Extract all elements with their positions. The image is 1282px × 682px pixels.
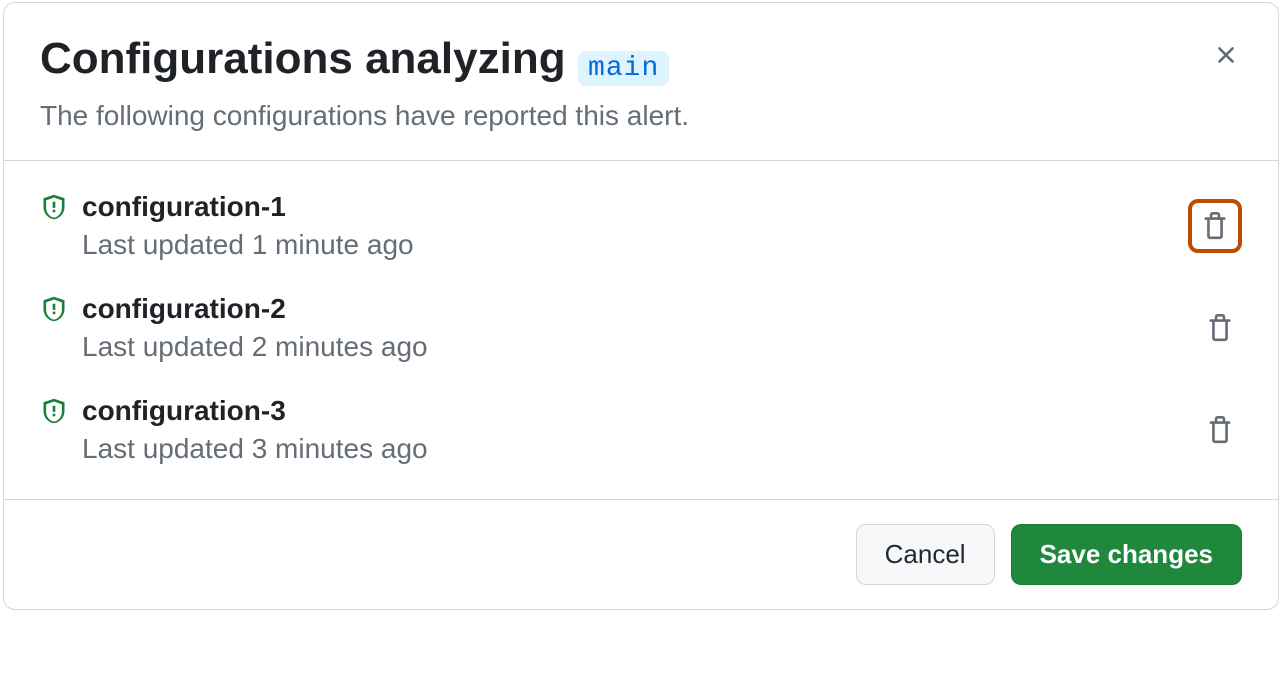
dialog-subtitle: The following configurations have report… [40,100,1242,132]
config-meta: Last updated 2 minutes ago [82,331,1184,363]
shield-alert-icon [40,295,68,323]
config-item: configuration-1 Last updated 1 minute ago [40,175,1242,277]
dialog-footer: Cancel Save changes [4,500,1278,609]
save-button[interactable]: Save changes [1011,524,1242,585]
config-list: configuration-1 Last updated 1 minute ago… [4,161,1278,500]
delete-config-button[interactable] [1198,408,1242,452]
config-name: configuration-2 [82,293,1184,325]
configurations-dialog: Configurations analyzing main The follow… [3,2,1279,610]
config-item: configuration-2 Last updated 2 minutes ag… [40,277,1242,379]
trash-icon [1206,416,1234,444]
trash-icon [1201,212,1229,240]
branch-badge: main [578,51,669,86]
cancel-button[interactable]: Cancel [856,524,995,585]
config-content: configuration-1 Last updated 1 minute ago [82,191,1174,261]
trash-icon [1206,314,1234,342]
config-content: configuration-3 Last updated 3 minutes ag… [82,395,1184,465]
close-button[interactable] [1210,39,1242,71]
config-name: configuration-1 [82,191,1174,223]
delete-config-button[interactable] [1188,199,1242,253]
config-meta: Last updated 3 minutes ago [82,433,1184,465]
config-content: configuration-2 Last updated 2 minutes ag… [82,293,1184,363]
delete-config-button[interactable] [1198,306,1242,350]
config-meta: Last updated 1 minute ago [82,229,1174,261]
close-icon [1212,41,1240,69]
config-item: configuration-3 Last updated 3 minutes ag… [40,379,1242,481]
dialog-title: Configurations analyzing [40,34,566,83]
shield-alert-icon [40,193,68,221]
shield-alert-icon [40,397,68,425]
dialog-header: Configurations analyzing main The follow… [4,3,1278,161]
config-name: configuration-3 [82,395,1184,427]
